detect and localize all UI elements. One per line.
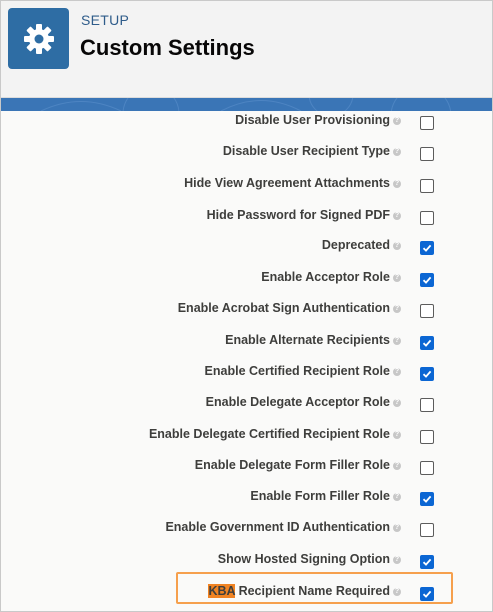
info-icon[interactable]: ?	[393, 180, 401, 188]
setting-checkbox[interactable]	[420, 211, 434, 225]
setting-checkbox[interactable]	[420, 179, 434, 193]
setting-label: Enable Delegate Acceptor Role	[205, 395, 390, 409]
settings-list: Disable User Provisioning ? Disable User…	[1, 111, 492, 611]
setting-label: Enable Acrobat Sign Authentication	[177, 301, 390, 315]
setting-label: Enable Government ID Authentication	[165, 520, 390, 534]
setting-row-show-hosted-signing-option: Show Hosted Signing Option ?	[1, 550, 492, 581]
gear-icon	[8, 8, 69, 69]
info-icon[interactable]: ?	[393, 399, 401, 407]
setting-row-kba-recipient-name-required: KBA Recipient Name Required ?	[1, 582, 492, 611]
setting-label: Enable Form Filler Role	[250, 489, 390, 503]
info-icon[interactable]: ?	[393, 368, 401, 376]
highlighted-text: KBA	[208, 584, 236, 598]
setting-row-disable-user-provisioning: Disable User Provisioning ?	[1, 111, 492, 142]
info-icon[interactable]: ?	[393, 148, 401, 156]
setting-label: Show Hosted Signing Option	[217, 552, 390, 566]
setting-checkbox[interactable]	[420, 304, 434, 318]
setting-row-hide-password-for-signed-pdf: Hide Password for Signed PDF ?	[1, 206, 492, 237]
info-icon[interactable]: ?	[393, 462, 401, 470]
info-icon[interactable]: ?	[393, 242, 401, 250]
decorative-banner	[1, 98, 492, 111]
setting-checkbox[interactable]	[420, 273, 434, 287]
setting-row-enable-form-filler-role: Enable Form Filler Role ?	[1, 487, 492, 518]
setting-row-enable-acrobat-sign-authentication: Enable Acrobat Sign Authentication ?	[1, 299, 492, 330]
setting-label: Enable Certified Recipient Role	[204, 364, 390, 378]
setting-row-enable-certified-recipient-role: Enable Certified Recipient Role ?	[1, 362, 492, 393]
info-icon[interactable]: ?	[393, 305, 401, 313]
setting-checkbox[interactable]	[420, 430, 434, 444]
setting-checkbox[interactable]	[420, 587, 434, 601]
info-icon[interactable]: ?	[393, 556, 401, 564]
setting-label: Enable Acceptor Role	[261, 270, 390, 284]
setting-row-enable-acceptor-role: Enable Acceptor Role ?	[1, 268, 492, 299]
page-title: Custom Settings	[80, 35, 255, 60]
setting-row-enable-delegate-certified-recipient-role: Enable Delegate Certified Recipient Role…	[1, 425, 492, 456]
setting-checkbox[interactable]	[420, 523, 434, 537]
setting-checkbox[interactable]	[420, 461, 434, 475]
setting-checkbox[interactable]	[420, 116, 434, 130]
setting-checkbox[interactable]	[420, 398, 434, 412]
setting-label: Enable Delegate Form Filler Role	[194, 458, 390, 472]
setting-checkbox[interactable]	[420, 147, 434, 161]
setting-row-enable-delegate-acceptor-role: Enable Delegate Acceptor Role ?	[1, 393, 492, 424]
info-icon[interactable]: ?	[393, 212, 401, 220]
setting-row-deprecated: Deprecated ?	[1, 236, 492, 267]
setting-row-enable-alternate-recipients: Enable Alternate Recipients ?	[1, 331, 492, 362]
info-icon[interactable]: ?	[393, 337, 401, 345]
setting-row-enable-government-id-authentication: Enable Government ID Authentication ?	[1, 518, 492, 549]
setting-row-hide-view-agreement-attachments: Hide View Agreement Attachments ?	[1, 174, 492, 205]
setting-checkbox[interactable]	[420, 367, 434, 381]
setting-checkbox[interactable]	[420, 241, 434, 255]
info-icon[interactable]: ?	[393, 274, 401, 282]
setting-row-enable-delegate-form-filler-role: Enable Delegate Form Filler Role ?	[1, 456, 492, 487]
setting-label: Enable Delegate Certified Recipient Role	[148, 427, 390, 441]
setting-label: Disable User Recipient Type	[222, 144, 390, 158]
info-icon[interactable]: ?	[393, 431, 401, 439]
breadcrumb-setup: SETUP	[81, 12, 130, 28]
info-icon[interactable]: ?	[393, 588, 401, 596]
page-header: SETUP Custom Settings	[1, 1, 492, 98]
setting-label-rest: Recipient Name Required	[235, 584, 390, 598]
setting-checkbox[interactable]	[420, 555, 434, 569]
setting-label: KBA Recipient Name Required	[208, 584, 390, 598]
custom-settings-window: SETUP Custom Settings Disable User Provi…	[0, 0, 493, 612]
info-icon[interactable]: ?	[393, 493, 401, 501]
setting-row-disable-user-recipient-type: Disable User Recipient Type ?	[1, 142, 492, 173]
setting-label: Disable User Provisioning	[235, 113, 390, 127]
info-icon[interactable]: ?	[393, 524, 401, 532]
setting-label: Hide View Agreement Attachments	[184, 176, 390, 190]
setting-label: Enable Alternate Recipients	[225, 333, 390, 347]
setting-label: Deprecated	[321, 238, 390, 252]
setting-checkbox[interactable]	[420, 492, 434, 506]
setting-checkbox[interactable]	[420, 336, 434, 350]
info-icon[interactable]: ?	[393, 117, 401, 125]
setting-label: Hide Password for Signed PDF	[206, 208, 390, 222]
